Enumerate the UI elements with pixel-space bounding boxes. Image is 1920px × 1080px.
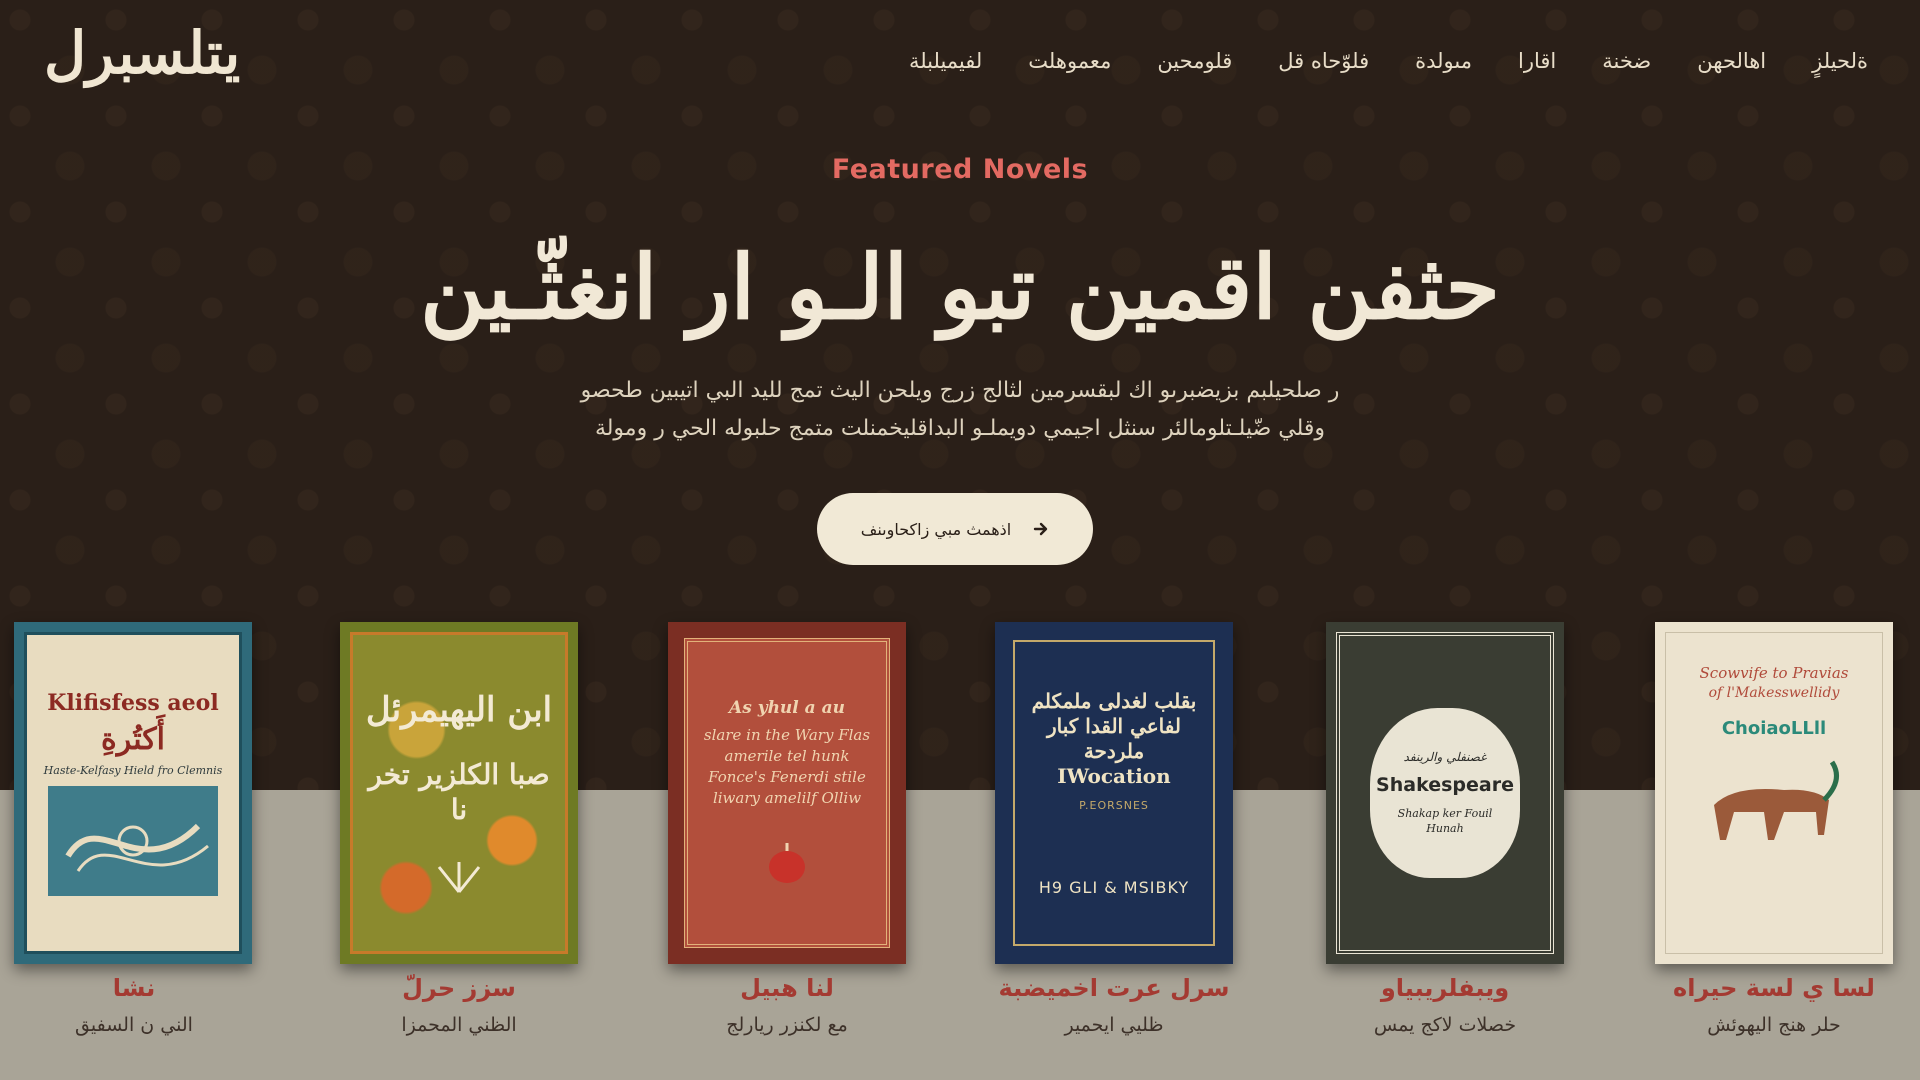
book-5-cover-medallion: غصنفلي والرينفد Shakespeare Shakap ker F… <box>1370 708 1520 878</box>
book-3-author: مع لكنزر ريارلج <box>726 1014 848 1036</box>
book-5-title[interactable]: ويبفلريبياو <box>1305 974 1585 1002</box>
nav-item-6[interactable]: فلوّحاه قل <box>1278 49 1369 73</box>
book-cover-3-inner: As yhul a au slare in the Wary Flas amer… <box>684 638 890 948</box>
nav-item-1[interactable]: ةلحيلزٍ <box>1812 49 1868 73</box>
book-1-cover-sub: Haste-Kelfasy Hield fro Clemnis <box>43 763 223 777</box>
book-cover-4-inner: بقلب لغدلى ملمكلم لفاعي القدا كبار ملردح… <box>1013 640 1215 946</box>
book-2-cover-title: ابن اليهيمرئل <box>365 689 553 730</box>
hero-description-line-2: وقلي ضّيلـتلومالئر سنثل اجيمي دويملـو ال… <box>594 416 1326 441</box>
nav-item-7[interactable]: قلومحين <box>1157 49 1232 73</box>
hero-description-line-1: ر صلحيلبم بزيضبرىو اك لبقسرمين لثالج زرج… <box>580 378 1340 403</box>
nav-item-2[interactable]: اهالحهن <box>1697 49 1766 73</box>
hero-description: ر صلحيلبم بزيضبرىو اك لبقسرمين لثالج زرج… <box>530 372 1390 448</box>
book-cover-5[interactable]: غصنفلي والرينفد Shakespeare Shakap ker F… <box>1326 622 1564 964</box>
book-1-cover-title: Klifisfess aeol <box>47 689 219 716</box>
book-1-title[interactable]: نشا <box>0 974 274 1002</box>
book-5-cover-title: Shakespeare <box>1376 774 1514 797</box>
arrow-icon <box>1033 521 1049 537</box>
book-1-cover-illustration <box>48 786 218 897</box>
book-cover-6-inner: Scowvife to Pravias of l'Makesswellidy C… <box>1665 632 1883 954</box>
book-cover-1-inner: Klifisfess aeol أَكتُرةِ Haste-Kelfasy H… <box>24 632 242 954</box>
main-nav: ةلحيلزٍ اهالحهن ضخنة اقارا مىولدة فلوّحا… <box>909 44 1868 78</box>
book-3-cover-ornament <box>769 842 805 883</box>
book-cover-5-inner: غصنفلي والرينفد Shakespeare Shakap ker F… <box>1336 632 1554 954</box>
book-shelf-background <box>0 790 1920 1080</box>
book-4-cover-title: بقلب لغدلى ملمكلم لفاعي القدا كبار ملردح… <box>1031 689 1197 788</box>
book-4-cover-sub: P.EORSNES <box>1079 799 1149 812</box>
explore-button-label: اذهمث مبي زاكحاوىنف <box>860 519 1012 539</box>
book-4-author: ظليي ايحمير <box>1064 1014 1164 1036</box>
hero-eyebrow: Featured Novels <box>831 154 1089 185</box>
nav-item-9[interactable]: لفيميلبلة <box>909 49 982 73</box>
book-2-title[interactable]: سزز حرلّ <box>319 974 599 1002</box>
book-1-author: الني ن السفيق <box>75 1014 193 1036</box>
book-cover-4[interactable]: بقلب لغدلى ملمكلم لفاعي القدا كبار ملردح… <box>995 622 1233 964</box>
book-6-cover-illustration <box>1714 760 1839 841</box>
book-cover-3[interactable]: As yhul a au slare in the Wary Flas amer… <box>668 622 906 964</box>
book-4-cover-footer: H9 GLI & MSIBKY <box>1038 878 1190 897</box>
book-3-cover-sub: slare in the Wary Flas amerile tel hunk … <box>703 725 871 807</box>
book-cover-2-inner: ابن اليهيمرئل صبا الكلزير تخر نا <box>350 632 568 954</box>
book-6-cover-sub: of l'Makesswellidy <box>1708 685 1840 701</box>
explore-button[interactable]: اذهمث مبي زاكحاوىنف <box>817 493 1093 565</box>
book-2-cover-ornament <box>437 862 481 894</box>
book-3-cover-title: As yhul a au <box>729 698 845 719</box>
nav-item-8[interactable]: معموهلت <box>1028 49 1111 73</box>
book-1-cover-arabic: أَكتُرةِ <box>101 722 165 758</box>
book-6-cover-arabic: ChoiaoLLll <box>1721 717 1827 739</box>
book-4-title[interactable]: سرل عرت اخميضبة <box>974 974 1254 1002</box>
nav-item-3[interactable]: ضخنة <box>1602 49 1651 73</box>
book-5-author: خصلات لاكج يمس <box>1373 1014 1517 1036</box>
book-2-author: الظني المحمزا <box>401 1014 517 1036</box>
book-3-title[interactable]: لنا هبيل <box>647 974 927 1002</box>
nav-item-5[interactable]: مىولدة <box>1415 49 1472 73</box>
book-cover-6[interactable]: Scowvife to Pravias of l'Makesswellidy C… <box>1655 622 1893 964</box>
book-cover-1[interactable]: Klifisfess aeol أَكتُرةِ Haste-Kelfasy H… <box>14 622 252 964</box>
book-6-author: حلر هنج اليهوئش <box>1707 1014 1841 1036</box>
book-6-title[interactable]: لسا ي لسة حيراه <box>1634 974 1914 1002</box>
book-5-cover-sub: Shakap ker Fouil Hunah <box>1397 806 1493 836</box>
book-5-cover-arabic: غصنفلي والرينفد <box>1403 750 1487 765</box>
book-cover-2[interactable]: ابن اليهيمرئل صبا الكلزير تخر نا <box>340 622 578 964</box>
nav-item-4[interactable]: اقارا <box>1518 49 1556 73</box>
site-logo[interactable]: يتلسبرل <box>44 18 240 88</box>
book-2-cover-arabic: صبا الكلزير تخر نا <box>368 758 550 827</box>
hero-headline: حثفن اقمين تبو الـو ار انغثّـين <box>420 235 1500 339</box>
book-6-cover-title: Scowvife to Pravias <box>1699 664 1849 682</box>
